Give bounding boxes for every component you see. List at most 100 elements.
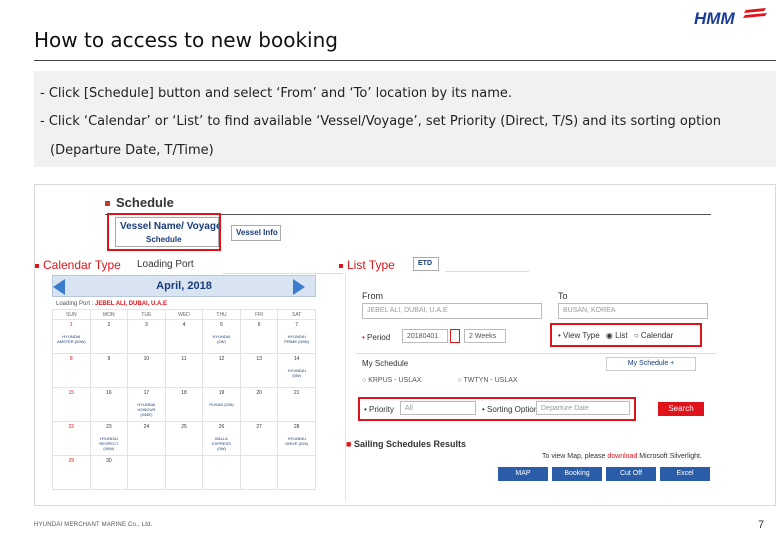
calendar-day-cell[interactable]: 17 HYUNDAI HONOUR (044E)	[127, 387, 166, 422]
calendar-view: April, 2018 Loading Port : JEBEL ALI, DU…	[52, 275, 316, 505]
calendar-day-cell[interactable]: 22	[52, 421, 91, 456]
calendar-day-cell[interactable]: 14 HYUNDAI (0W)	[277, 353, 316, 388]
calendar-event[interactable]: HYUNDAI (0W)	[278, 368, 315, 378]
calendar-day-cell[interactable]: 18	[164, 387, 204, 422]
calendar-day-number: 27	[256, 424, 262, 430]
schedule-title-text: Schedule	[116, 195, 174, 210]
calendar-event[interactable]: HYUNDAI HONOUR (044E)	[128, 402, 165, 417]
instruction-line-2: - Click ‘Calendar’ or ‘List’ to find ava…	[40, 114, 721, 129]
booking-button[interactable]: Booking	[552, 467, 602, 481]
view-list-option[interactable]: List	[615, 331, 627, 340]
calendar-day-cell[interactable]: 12	[202, 353, 241, 388]
results-title: ■ Sailing Schedules Results	[346, 439, 466, 449]
calendar-day-cell[interactable]: 4	[164, 319, 204, 354]
calendar-day-number: 11	[181, 356, 187, 362]
hmm-logo: HMM	[694, 6, 768, 28]
calendar-day-cell[interactable]: 28 HYUNDAI DRIVE (026)	[277, 421, 316, 456]
calendar-event[interactable]: HYUNDAI PRIME (00W)	[278, 334, 315, 344]
calendar-day-cell[interactable]: 15	[52, 387, 91, 422]
to-input[interactable]: BUSAN, KOREA	[558, 303, 708, 319]
calendar-day-cell[interactable]: 6	[239, 319, 279, 354]
calendar-day-cell	[277, 455, 316, 490]
my-schedule-option-2[interactable]: TWTYN - USLAX	[464, 377, 518, 384]
calendar-day-cell[interactable]: 20	[239, 387, 279, 422]
calendar-event[interactable]: HYUNDAI DRIVE (026)	[278, 436, 315, 446]
calendar-event[interactable]: BALLA EXPRESS (0W)	[203, 436, 240, 451]
calendar-day-cell[interactable]: 13	[239, 353, 279, 388]
calendar-day-cell[interactable]: 11	[164, 353, 204, 388]
calendar-day-cell[interactable]: 21	[277, 387, 316, 422]
priority-label-text: Priority	[369, 405, 394, 414]
title-divider	[34, 60, 776, 61]
calendar-grid: SUN MON TUE WED THU FRI SAT 1 HYUNDAI AMSTER (0…	[52, 309, 316, 490]
calendar-day-cell[interactable]: 7 HYUNDAI PRIME (00W)	[277, 319, 316, 354]
calendar-day-cell[interactable]: 29	[52, 455, 91, 490]
divider	[356, 353, 716, 354]
calendar-day-cell[interactable]: 24	[127, 421, 166, 456]
instructions-box: - Click [Schedule] button and select ‘Fr…	[34, 71, 776, 167]
calendar-day-cell	[164, 455, 204, 490]
view-calendar-option[interactable]: Calendar	[641, 331, 673, 340]
view-type-bullet: •	[558, 331, 561, 340]
from-input[interactable]: JEBEL ALI, DUBAI, U.A.E	[362, 303, 542, 319]
calendar-day-cell[interactable]: 10	[127, 353, 166, 388]
map-note-suffix: Microsoft Silverlight.	[639, 453, 702, 460]
calendar-day-cell[interactable]: 25	[164, 421, 204, 456]
download-link[interactable]: download	[607, 453, 637, 460]
excel-button[interactable]: Excel	[660, 467, 710, 481]
sorting-select[interactable]: Departure Date	[536, 401, 630, 415]
calendar-day-cell[interactable]: 3	[127, 319, 166, 354]
calendar-picker-icon[interactable]	[450, 329, 460, 343]
calendar-week-row: 29 30	[52, 455, 316, 490]
calendar-prev-month-icon[interactable]	[53, 279, 65, 295]
calendar-event[interactable]: HYUNDAI (0W)	[203, 334, 240, 344]
weekday-thu: THU	[202, 309, 241, 320]
view-type-label: View Type	[563, 331, 600, 340]
radio-icon[interactable]: ○	[362, 377, 366, 384]
calendar-header: April, 2018	[52, 275, 316, 297]
calendar-day-number: 28	[293, 424, 300, 430]
calendar-day-cell[interactable]: 5 HYUNDAI (0W)	[202, 319, 241, 354]
calendar-day-cell[interactable]: 8	[52, 353, 91, 388]
bullet-icon: ■	[346, 439, 352, 449]
map-button[interactable]: MAP	[498, 467, 548, 481]
radio-icon[interactable]: ○	[457, 377, 461, 384]
priority-label: • Priority	[364, 405, 394, 414]
calendar-next-month-icon[interactable]	[293, 279, 305, 295]
calendar-day-cell[interactable]: 26 BALLA EXPRESS (0W)	[202, 421, 241, 456]
etd-tab[interactable]: ETD	[413, 257, 439, 271]
map-note: To view Map, please download Microsoft S…	[542, 453, 702, 460]
radio-list-icon[interactable]: ◉	[606, 331, 613, 340]
radio-calendar-icon[interactable]: ○	[634, 331, 639, 340]
calendar-day-cell[interactable]: 2	[89, 319, 129, 354]
calendar-event[interactable]: HYUNDAI AMSTER (00W)	[53, 334, 90, 344]
calendar-day-cell[interactable]: 23 HYUNDAI RESPECT (00W)	[89, 421, 129, 456]
priority-select[interactable]: All	[400, 401, 476, 415]
cut-off-button[interactable]: Cut Off	[606, 467, 656, 481]
search-button[interactable]: Search	[658, 402, 704, 416]
calendar-day-cell[interactable]: 16	[89, 387, 129, 422]
calendar-event[interactable]: HYUNDAI RESPECT (00W)	[91, 436, 128, 451]
tab-vessel-info[interactable]: Vessel Info	[231, 225, 281, 241]
my-schedule-button[interactable]: My Schedule +	[606, 357, 696, 371]
calendar-day-cell[interactable]: 1 HYUNDAI AMSTER (00W)	[52, 319, 91, 354]
weekday-fri: FRI	[239, 309, 279, 320]
weekday-sun: SUN	[52, 309, 91, 320]
calendar-day-number: 15	[68, 390, 75, 396]
period-date-input[interactable]: 20180401	[402, 329, 448, 343]
sorting-bullet: •	[482, 405, 485, 414]
calendar-day-cell[interactable]: 30	[89, 455, 129, 490]
my-schedule-label: My Schedule	[362, 359, 409, 368]
calendar-day-cell	[239, 455, 279, 490]
calendar-day-number: 1	[69, 322, 73, 328]
my-schedule-option-1[interactable]: KRPUS - USLAX	[368, 377, 421, 384]
calendar-day-cell[interactable]: 19 PUSAN (026)	[202, 387, 241, 422]
calendar-day-number: 18	[181, 390, 187, 396]
calendar-day-number: 30	[106, 458, 112, 464]
calendar-day-cell[interactable]: 27	[239, 421, 279, 456]
period-weeks-select[interactable]: 2 Weeks	[464, 329, 506, 343]
calendar-event[interactable]: PUSAN (026)	[203, 402, 240, 407]
calendar-day-cell[interactable]: 9	[89, 353, 129, 388]
calendar-day-cell	[202, 455, 241, 490]
calendar-day-number: 10	[143, 356, 150, 362]
